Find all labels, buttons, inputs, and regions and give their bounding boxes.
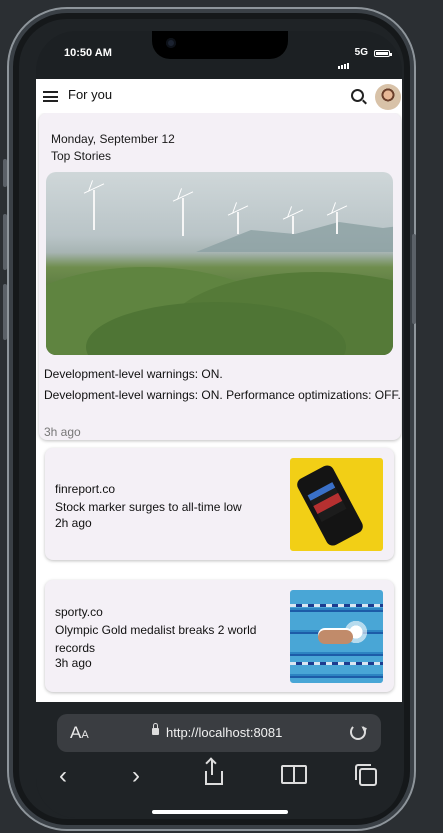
mute-switch [3,159,7,187]
power-button [412,234,416,324]
chevron-right-icon[interactable]: › [132,764,140,788]
home-indicator[interactable] [152,810,288,814]
book-icon[interactable] [281,765,307,784]
article-card[interactable]: finreport.co Stock marker surges to all-… [45,448,394,560]
top-stories-card[interactable]: Monday, September 12 Top Stories Develop… [39,113,401,440]
hero-image[interactable] [46,172,393,355]
reload-icon[interactable] [350,724,366,740]
signal-icon [338,51,350,69]
browser-toolbar: AA http://localhost:8081 ‹ › [36,702,402,818]
camera-icon [166,38,176,48]
article-time: 3h ago [55,656,92,670]
dynamic-island [152,31,288,59]
app-bar: For you [36,79,402,113]
menu-icon[interactable] [43,91,58,102]
article-source: finreport.co [55,482,116,496]
volume-down-button [3,284,7,340]
story-time: 3h ago [44,425,81,439]
phone-frame: 10:50 AM 5G For you Monday, September 12… [3,7,416,831]
network-label: 5G [354,47,368,58]
story-headline: Development-level warnings: ON. [44,367,223,381]
search-icon[interactable] [351,89,364,102]
status-time: 10:50 AM [64,47,112,59]
article-thumbnail[interactable] [290,458,383,551]
article-title: Stock marker surges to all-time low [55,500,242,514]
phone-screen: 10:50 AM 5G For you Monday, September 12… [36,31,402,818]
chevron-left-icon[interactable]: ‹ [59,764,67,788]
section-title: Top Stories [51,149,112,163]
date-label: Monday, September 12 [51,132,175,146]
article-card[interactable]: sporty.co Olympic Gold medalist breaks 2… [45,580,394,692]
avatar[interactable] [375,84,401,110]
url-text[interactable]: http://localhost:8081 [166,725,282,740]
app-bar-title: For you [68,87,113,102]
article-source: sporty.co [55,605,103,619]
article-title: Olympic Gold medalist breaks 2 world rec… [55,623,257,655]
status-bar: 10:50 AM 5G [36,31,402,79]
address-bar[interactable]: AA http://localhost:8081 [57,714,381,752]
text-size-button[interactable]: AA [70,723,89,743]
feed-content[interactable]: Monday, September 12 Top Stories Develop… [36,113,402,702]
article-time: 2h ago [55,516,92,530]
lock-icon [152,723,159,735]
battery-icon [374,50,392,57]
article-thumbnail[interactable] [290,590,383,683]
story-body: Development-level warnings: ON. Performa… [44,388,401,402]
volume-up-button [3,214,7,270]
